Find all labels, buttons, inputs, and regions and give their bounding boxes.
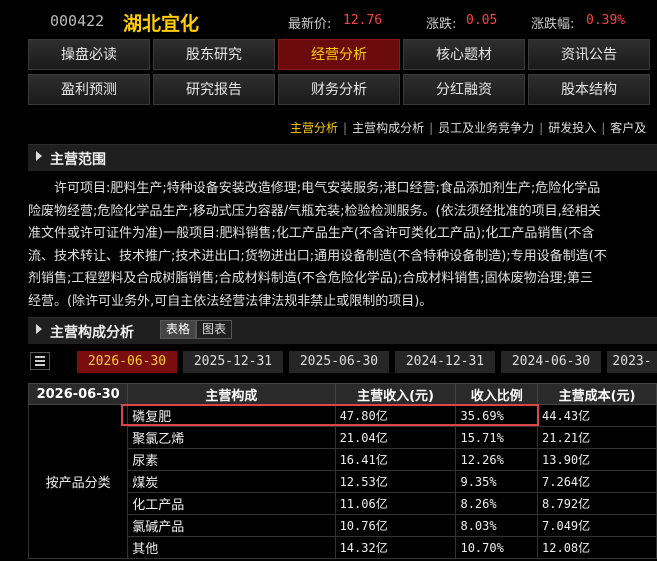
row-revenue: 12.53亿 — [334, 470, 457, 493]
view-table-button[interactable]: 表格 — [160, 320, 197, 339]
nav-tab-yingli[interactable]: 盈利预测 — [28, 74, 150, 105]
pct-label: 涨跌幅: — [531, 17, 575, 32]
nav-tab-gudong[interactable]: 股东研究 — [153, 39, 275, 70]
row-cost: 44.43亿 — [537, 404, 657, 427]
row-revenue: 14.32亿 — [334, 536, 457, 559]
table-row: 按产品分类 磷复肥 47.80亿 35.69% 44.43亿 — [27, 404, 657, 559]
row-ratio: 12.26% — [455, 448, 539, 471]
row-ratio: 35.69% — [455, 404, 539, 427]
stock-name: 湖北宜化 — [123, 13, 200, 35]
column-header: 收入比例 — [455, 383, 539, 405]
change-value: 0.05 — [466, 13, 498, 28]
row-revenue: 21.04亿 — [334, 426, 457, 449]
row-ratio: 8.03% — [455, 514, 539, 537]
composition-section-header[interactable]: 主营构成分析 — [28, 317, 657, 344]
subnav-composition[interactable]: 主营构成分析 — [352, 121, 424, 135]
row-name: 氯碱产品 — [127, 514, 336, 537]
composition-table: 2026-06-30 主营构成 主营收入(元) 收入比例 主营成本(元) 按产品… — [27, 383, 657, 559]
date-tab[interactable]: 2024-06-30 — [501, 351, 601, 373]
row-revenue: 10.76亿 — [334, 514, 457, 537]
nav-tab-caiwu[interactable]: 财务分析 — [278, 74, 400, 105]
row-name: 煤炭 — [127, 470, 336, 493]
view-toggle: 表格 图表 — [160, 320, 233, 339]
scope-line: 流、技术转让、技术推广;技术进出口;货物进出口;通用设备制造(不含特种设备制造)… — [28, 248, 607, 264]
column-header: 主营成本(元) — [537, 383, 657, 405]
date-tab[interactable]: 2026-06-30 — [77, 351, 177, 373]
scope-text: 许可项目:肥料生产;特种设备安装改造修理;电气安装服务;港口经营;食品添加剂生产… — [28, 178, 657, 313]
nav-tab-ticai[interactable]: 核心题材 — [403, 39, 525, 70]
price-value: 12.76 — [343, 13, 383, 28]
date-tab[interactable]: 2025-06-30 — [289, 351, 389, 373]
row-ratio: 9.35% — [455, 470, 539, 493]
expand-arrow-icon — [36, 151, 42, 161]
stock-code: 000422 — [50, 12, 105, 30]
expand-arrow-icon — [36, 324, 42, 334]
date-tab[interactable]: 2025-12-31 — [183, 351, 283, 373]
change-label: 涨跌: — [426, 17, 457, 32]
scope-line: 经营。(除许可业务外,可自主依法经营法律法规非禁止或限制的项目)。 — [28, 293, 433, 309]
row-name: 聚氯乙烯 — [127, 426, 336, 449]
sub-navigation: 主营分析 | 主营构成分析 | 员工及业务竞争力 | 研发投入 | 客户及 — [290, 121, 647, 135]
scope-line: 剂销售;工程塑料及合成树脂销售;合成材料制造(不含危险化学品);合成材料销售;固… — [28, 271, 594, 286]
row-name: 其他 — [127, 536, 336, 559]
row-revenue: 11.06亿 — [334, 492, 457, 515]
row-cost: 21.21亿 — [537, 426, 657, 449]
nav-tab-jingying[interactable]: 经营分析 — [278, 39, 400, 70]
subnav-rnd[interactable]: 研发投入 — [548, 121, 596, 135]
row-ratio: 10.70% — [455, 536, 539, 559]
date-tab[interactable]: 2023- — [607, 351, 657, 373]
scope-title: 主营范围 — [50, 152, 106, 168]
nav-tab-yanbao[interactable]: 研究报告 — [153, 74, 275, 105]
scope-section-header[interactable]: 主营范围 — [28, 144, 657, 171]
column-header: 2026-06-30 — [27, 383, 129, 405]
subnav-employees[interactable]: 员工及业务竞争力 — [438, 121, 534, 135]
row-revenue: 47.80亿 — [334, 404, 457, 427]
table-header-row: 2026-06-30 主营构成 主营收入(元) 收入比例 主营成本(元) — [27, 383, 657, 405]
subnav-main-analysis[interactable]: 主营分析 — [290, 121, 338, 135]
list-menu-icon[interactable] — [30, 352, 50, 370]
nav-tab-guben[interactable]: 股本结构 — [528, 74, 650, 105]
row-name: 磷复肥 — [127, 404, 336, 427]
row-name: 尿素 — [127, 448, 336, 471]
row-cost: 7.049亿 — [537, 514, 657, 537]
date-tab[interactable]: 2024-12-31 — [395, 351, 495, 373]
nav-row-1: 操盘必读 股东研究 经营分析 核心题材 资讯公告 — [28, 39, 657, 72]
nav-tab-gonggao[interactable]: 资讯公告 — [528, 39, 650, 70]
subnav-customers[interactable]: 客户及 — [610, 121, 646, 135]
column-header: 主营收入(元) — [334, 383, 457, 405]
row-cost: 12.08亿 — [537, 536, 657, 559]
stock-header: 000422 湖北宜化 最新价: 12.76 涨跌: 0.05 涨跌幅: 0.3… — [0, 0, 657, 38]
scope-line: 许可项目:肥料生产;特种设备安装改造修理;电气安装服务;港口经营;食品添加剂生产… — [54, 181, 601, 196]
view-chart-button[interactable]: 图表 — [196, 320, 233, 339]
row-cost: 8.792亿 — [537, 492, 657, 515]
group-label: 按产品分类 — [27, 404, 129, 559]
pct-value: 0.39% — [586, 13, 626, 28]
nav-row-2: 盈利预测 研究报告 财务分析 分红融资 股本结构 — [28, 74, 657, 107]
price-label: 最新价: — [288, 17, 332, 32]
row-name: 化工产品 — [127, 492, 336, 515]
row-ratio: 8.26% — [455, 492, 539, 515]
row-revenue: 16.41亿 — [334, 448, 457, 471]
row-cost: 13.90亿 — [537, 448, 657, 471]
row-ratio: 15.71% — [455, 426, 539, 449]
nav-tab-caopan[interactable]: 操盘必读 — [28, 39, 150, 70]
scope-line: 准文件或许可证件为准)一般项目:肥料销售;化工产品生产(不含许可类化工产品);化… — [28, 226, 595, 241]
scope-line: 险废物经营;危险化学品生产;移动式压力容器/气瓶充装;检验检测服务。(依法须经批… — [28, 203, 601, 219]
nav-tab-fenhong[interactable]: 分红融资 — [403, 74, 525, 105]
row-cost: 7.264亿 — [537, 470, 657, 493]
column-header: 主营构成 — [127, 383, 336, 405]
composition-title: 主营构成分析 — [50, 325, 134, 341]
